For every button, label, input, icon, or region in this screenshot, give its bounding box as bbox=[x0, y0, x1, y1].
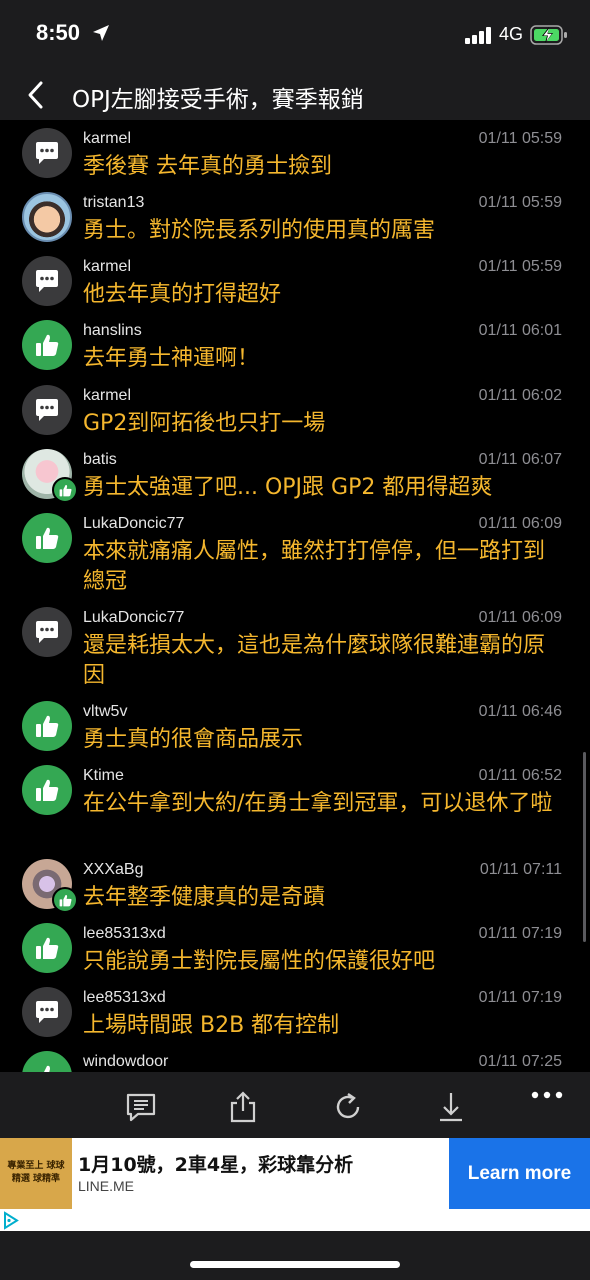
message-icon bbox=[22, 385, 72, 435]
comment-username[interactable]: karmel bbox=[83, 130, 131, 148]
comment-username[interactable]: karmel bbox=[83, 387, 131, 405]
comment-username[interactable]: Ktime bbox=[83, 767, 124, 785]
location-arrow-icon bbox=[93, 25, 109, 41]
comment-text: 他去年真的打得超好 bbox=[83, 282, 282, 307]
comment-text: 上場時間跟 B2B 都有控制 bbox=[83, 1013, 340, 1038]
comment-timestamp: 01/11 07:19 bbox=[478, 989, 562, 1006]
comment-timestamp: 01/11 07:19 bbox=[478, 925, 562, 942]
comment-username[interactable]: karmel bbox=[83, 258, 131, 276]
comment-text: 季後賽 去年真的勇士撿到 bbox=[83, 154, 332, 179]
comment-text: 勇士太強運了吧... OPJ跟 GP2 都用得超爽 bbox=[83, 475, 493, 500]
comment-timestamp: 01/11 06:52 bbox=[478, 767, 562, 784]
battery-charging-icon bbox=[530, 25, 567, 45]
comment-username[interactable]: vltw5v bbox=[83, 703, 127, 721]
comment-text: 勇士真的很會商品展示 bbox=[83, 727, 304, 752]
bottom-toolbar bbox=[0, 1072, 590, 1138]
share-icon[interactable] bbox=[226, 1090, 260, 1124]
comment-text: 只能說勇士對院長屬性的保護很好吧 bbox=[83, 949, 436, 974]
comment-timestamp: 01/11 07:11 bbox=[479, 861, 562, 878]
reply-icon[interactable] bbox=[124, 1090, 158, 1124]
nav-bar: OPJ左腳接受手術，賽季報銷 bbox=[0, 70, 590, 120]
comment-list[interactable]: karmel 01/11 05:59 季後賽 去年真的勇士撿到 tristan1… bbox=[0, 122, 590, 1072]
learn-more-button[interactable]: Learn more bbox=[449, 1138, 590, 1209]
home-area bbox=[0, 1231, 590, 1280]
comment-timestamp: 01/11 06:09 bbox=[478, 609, 562, 626]
comment-username[interactable]: tristan13 bbox=[83, 194, 144, 212]
ad-thumbnail[interactable]: 專業至上 球球精選 球精準 bbox=[0, 1138, 72, 1209]
ad-banner[interactable]: 專業至上 球球精選 球精準 1月10號，2車4星，彩球靠分析 LINE.ME L… bbox=[0, 1138, 590, 1231]
home-indicator[interactable] bbox=[190, 1261, 400, 1268]
network-type: 4G bbox=[499, 24, 524, 44]
message-icon bbox=[22, 128, 72, 178]
back-chevron-icon[interactable] bbox=[24, 80, 48, 110]
refresh-icon[interactable] bbox=[331, 1090, 365, 1124]
comment-username[interactable]: lee85313xd bbox=[83, 925, 166, 943]
comment-username[interactable]: LukaDoncic77 bbox=[83, 609, 184, 627]
user-avatar[interactable] bbox=[22, 449, 78, 503]
comment-timestamp: 01/11 05:59 bbox=[478, 258, 562, 275]
thumbs-up-icon bbox=[22, 320, 72, 370]
status-time: 8:50 bbox=[36, 20, 81, 45]
message-icon bbox=[22, 256, 72, 306]
comment-timestamp: 01/11 05:59 bbox=[478, 194, 562, 211]
comment-text: 勇士。對於院長系列的使用真的厲害 bbox=[83, 218, 436, 243]
comment-timestamp: 01/11 06:07 bbox=[478, 451, 562, 468]
page-title: OPJ左腳接受手術，賽季報銷 bbox=[72, 87, 364, 113]
comment-timestamp: 01/11 06:46 bbox=[478, 703, 562, 720]
scroll-indicator[interactable] bbox=[583, 752, 586, 942]
user-avatar[interactable] bbox=[22, 192, 72, 242]
download-icon[interactable] bbox=[434, 1090, 468, 1124]
comment-text: 在公牛拿到大約/在勇士拿到冠軍，可以退休了啦 bbox=[83, 791, 553, 816]
thumbs-up-icon bbox=[52, 887, 78, 913]
comment-timestamp: 01/11 05:59 bbox=[478, 130, 562, 147]
more-icon[interactable] bbox=[531, 1090, 563, 1100]
thumbs-up-icon bbox=[22, 923, 72, 973]
thumbs-up-icon bbox=[22, 765, 72, 815]
comment-timestamp: 01/11 06:02 bbox=[478, 387, 562, 404]
comment-username[interactable]: windowdoor bbox=[83, 1053, 168, 1071]
comment-timestamp: 01/11 06:09 bbox=[478, 515, 562, 532]
cellular-signal-icon bbox=[465, 27, 491, 44]
comment-username[interactable]: batis bbox=[83, 451, 117, 469]
ad-thumbnail-text: 專業至上 球球精選 球精準 bbox=[7, 1161, 65, 1184]
thumbs-up-icon bbox=[22, 701, 72, 751]
comment-text: 本來就痛痛人屬性，雖然打打停停，但一路打到總冠 bbox=[83, 539, 546, 594]
comment-username[interactable]: LukaDoncic77 bbox=[83, 515, 184, 533]
comment-timestamp: 01/11 06:01 bbox=[478, 322, 562, 339]
thumbs-up-icon bbox=[52, 477, 78, 503]
thumbs-up-icon bbox=[22, 513, 72, 563]
comment-text: 去年勇士神運啊！ bbox=[83, 346, 260, 371]
adchoices-icon[interactable] bbox=[0, 1210, 22, 1231]
thumbs-up-icon bbox=[22, 1051, 72, 1072]
message-icon bbox=[22, 987, 72, 1037]
ad-domain: LINE.ME bbox=[78, 1178, 135, 1194]
comment-username[interactable]: XXXaBg bbox=[83, 861, 143, 879]
comment-username[interactable]: hanslins bbox=[83, 322, 142, 340]
comment-text: 還是耗損太大，這也是為什麼球隊很難連霸的原因 bbox=[83, 633, 546, 688]
status-bar: 8:50 4G bbox=[0, 0, 590, 70]
comment-text: 去年整季健康真的是奇蹟 bbox=[83, 885, 326, 910]
comment-timestamp: 01/11 07:25 bbox=[478, 1053, 562, 1070]
user-avatar[interactable] bbox=[22, 859, 78, 913]
comment-text: GP2到阿拓後也只打一場 bbox=[83, 411, 326, 436]
ad-title[interactable]: 1月10號，2車4星，彩球靠分析 bbox=[78, 1150, 353, 1177]
comment-username[interactable]: lee85313xd bbox=[83, 989, 166, 1007]
message-icon bbox=[22, 607, 72, 657]
